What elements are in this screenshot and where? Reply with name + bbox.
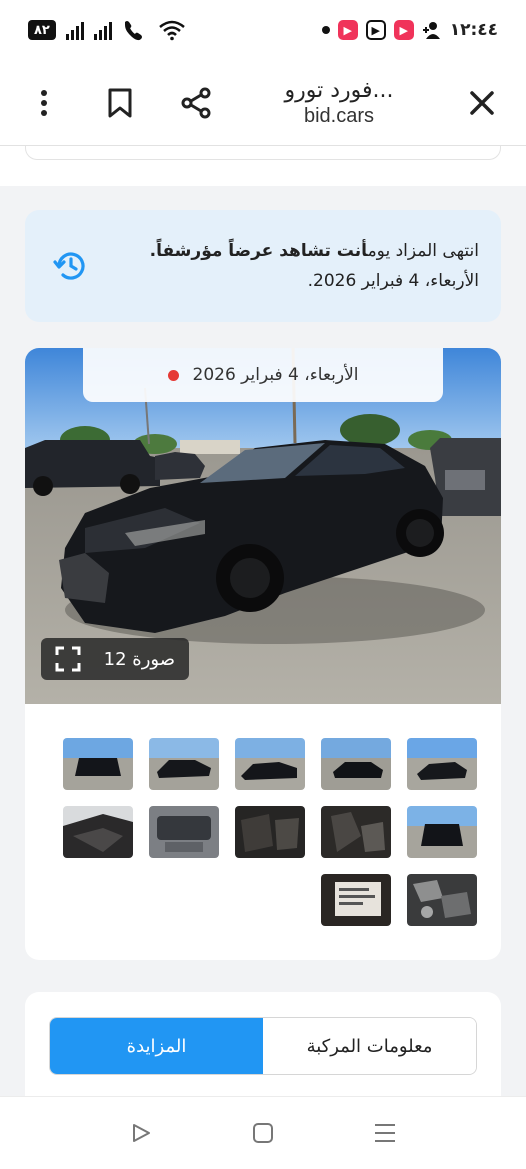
page-url: bid.cars <box>303 104 375 127</box>
system-nav-bar <box>0 1096 526 1169</box>
notice-prefix: انتهى المزاد يوم <box>367 241 479 261</box>
photo-count: 12 صورة <box>103 648 175 670</box>
status-bar: ٨٢ ▶ ▶ ▶ ١٢:٤٤ <box>0 0 526 60</box>
bookmark-icon[interactable] <box>100 83 140 123</box>
thumbnail-4[interactable] <box>149 738 219 790</box>
tab-auction[interactable]: المزايدة <box>50 1018 263 1074</box>
thumbnail-10[interactable] <box>63 806 133 858</box>
thumbnail-5[interactable] <box>63 738 133 790</box>
notice-date: الأربعاء، 4 فبراير 2026. <box>307 271 479 291</box>
browser-title-block: فورد تورو... bid.cars <box>216 78 462 128</box>
wifi-call-icon <box>124 21 142 41</box>
thumbnail-8[interactable] <box>235 806 305 858</box>
thumbnail-11[interactable] <box>407 874 477 926</box>
app-notification-icon: ▶ <box>337 20 358 40</box>
history-icon <box>49 244 93 288</box>
notice-bold: أنت تشاهد عرضاً مؤرشفاً. <box>149 241 368 261</box>
back-icon[interactable] <box>121 1113 161 1153</box>
recents-icon[interactable] <box>365 1113 405 1153</box>
previous-card <box>25 146 501 160</box>
thumbnail-9[interactable] <box>149 806 219 858</box>
status-right: ▶ ▶ ▶ ١٢:٤٤ <box>321 20 498 40</box>
auction-date-label: الأربعاء، 4 فبراير 2026 <box>192 365 359 385</box>
notice-text: انتهى المزاد يومأنت تشاهد عرضاً مؤرشفاً.… <box>93 236 479 296</box>
youtube-notification-icon: ▶ <box>365 20 386 40</box>
main-vehicle-photo[interactable]: الأربعاء، 4 فبراير 2026 12 صورة <box>25 348 501 704</box>
more-vert-icon[interactable] <box>24 83 64 123</box>
status-dot-icon <box>167 369 179 381</box>
notification-dot-icon <box>321 26 330 34</box>
thumbnail-7[interactable] <box>321 806 391 858</box>
auction-date-pill: الأربعاء، 4 فبراير 2026 <box>83 348 443 402</box>
page-content: انتهى المزاد يومأنت تشاهد عرضاً مؤرشفاً.… <box>0 146 526 1096</box>
archived-auction-notice: انتهى المزاد يومأنت تشاهد عرضاً مؤرشفاً.… <box>25 210 501 322</box>
page-title: فورد تورو... <box>284 77 394 103</box>
thumbnail-grid <box>57 738 477 926</box>
detail-tabs: معلومات المركبة المزايدة <box>49 1017 477 1075</box>
thumbnail-1[interactable] <box>407 738 477 790</box>
battery-indicator: ٨٢ <box>28 20 56 40</box>
person-add-icon <box>422 22 440 39</box>
thumbnail-2[interactable] <box>321 738 391 790</box>
tab-vehicle-info[interactable]: معلومات المركبة <box>263 1018 476 1074</box>
thumbnail-3[interactable] <box>235 738 305 790</box>
signal-icon-2 <box>93 20 112 40</box>
thumbnail-12[interactable] <box>321 874 391 926</box>
thumbnail-6[interactable] <box>407 806 477 858</box>
signal-icon <box>65 20 84 40</box>
clock: ١٢:٤٤ <box>449 20 498 40</box>
gallery-card: الأربعاء، 4 فبراير 2026 12 صورة <box>25 348 501 960</box>
home-icon[interactable] <box>243 1113 283 1153</box>
fullscreen-icon <box>55 646 81 672</box>
fullscreen-gallery-button[interactable]: 12 صورة <box>41 638 189 680</box>
tabs-card: معلومات المركبة المزايدة <box>25 992 501 1096</box>
wifi-icon <box>159 20 185 41</box>
app-notification-icon-2: ▶ <box>393 20 414 40</box>
share-icon[interactable] <box>176 83 216 123</box>
browser-header: فورد تورو... bid.cars <box>0 60 526 146</box>
status-left: ٨٢ <box>28 19 186 41</box>
close-icon[interactable] <box>462 83 502 123</box>
